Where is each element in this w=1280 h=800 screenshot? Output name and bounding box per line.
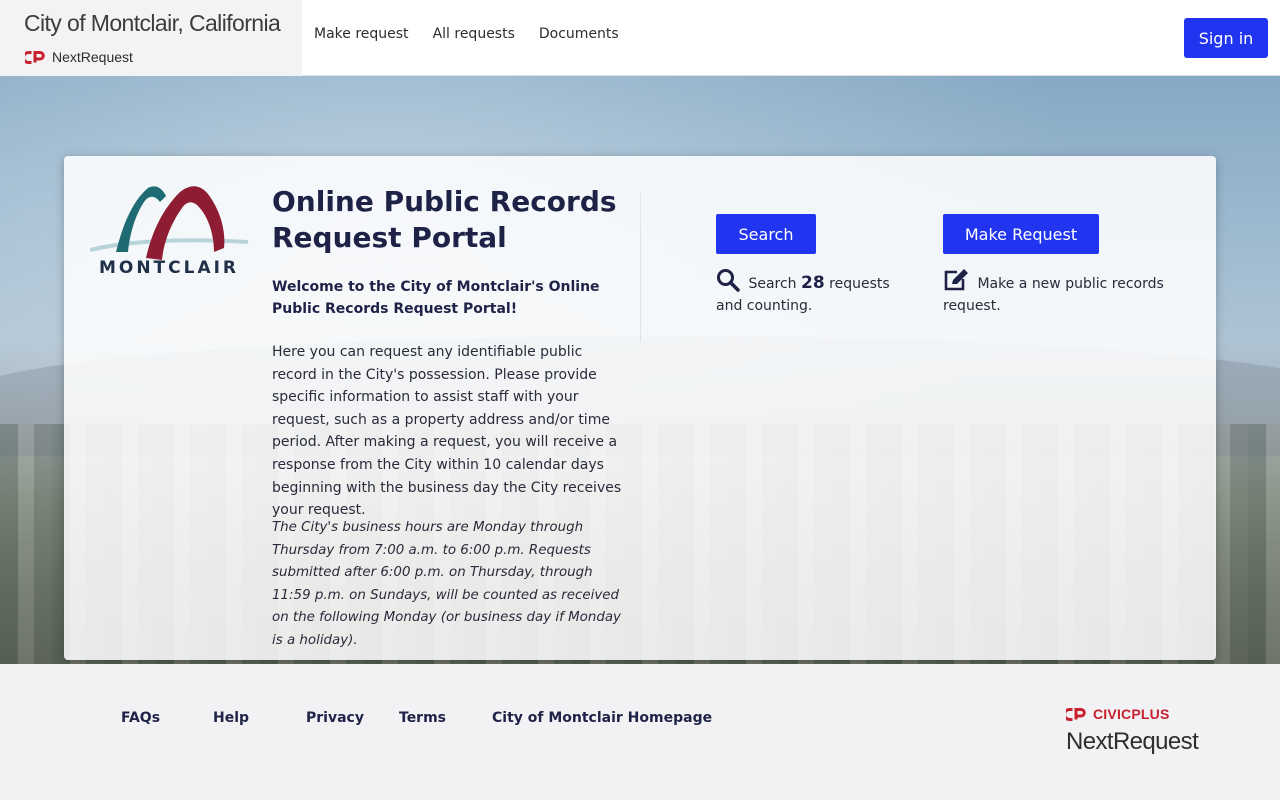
civicplus-brand[interactable]: CIVICPLUS <box>1066 706 1169 722</box>
nav-all-requests[interactable]: All requests <box>433 26 515 42</box>
make-request-description: Make a new public records request. <box>943 268 1173 317</box>
nav-make-request[interactable]: Make request <box>314 26 409 42</box>
civicplus-name: CIVICPLUS <box>1093 706 1170 722</box>
footer-link-privacy[interactable]: Privacy <box>306 710 364 726</box>
search-icon <box>717 269 740 292</box>
business-hours-paragraph: The City's business hours are Monday thr… <box>272 520 621 648</box>
civicplus-logo-icon <box>25 50 45 64</box>
site-title[interactable]: City of Montclair, California <box>24 10 281 37</box>
make-request-button[interactable]: Make Request <box>943 214 1099 254</box>
edit-icon <box>944 269 968 291</box>
main-nav: Make request All requests Documents <box>314 26 643 42</box>
intro-paragraph: Here you can request any identifiable pu… <box>272 344 622 519</box>
welcome-card: MONTCLAIR Online Public Records Request … <box>64 156 1216 660</box>
search-button[interactable]: Search <box>716 214 816 254</box>
footer-product-name: NextRequest <box>1066 728 1199 755</box>
footer-link-terms[interactable]: Terms <box>399 710 446 726</box>
make-request-text: Make a new public records request. <box>943 276 1164 314</box>
top-header: City of Montclair, California NextReques… <box>0 0 1280 76</box>
page-title: Online Public Records Request Portal <box>272 185 617 254</box>
product-name: NextRequest <box>52 49 133 65</box>
search-text-before: Search <box>748 276 797 292</box>
footer: FAQs Help Privacy Terms City of Montclai… <box>0 664 1280 800</box>
sign-in-button[interactable]: Sign in <box>1184 18 1268 58</box>
request-count: 28 <box>801 273 825 293</box>
nav-documents[interactable]: Documents <box>539 26 619 42</box>
montclair-logo-text: MONTCLAIR <box>98 258 240 278</box>
vertical-divider <box>640 192 641 342</box>
brand-block[interactable]: City of Montclair, California NextReques… <box>0 0 302 76</box>
footer-link-faqs[interactable]: FAQs <box>121 710 160 726</box>
civicplus-logo-icon <box>1066 707 1086 721</box>
footer-link-help[interactable]: Help <box>213 710 249 726</box>
welcome-text: Welcome to the City of Montclair's Onlin… <box>272 279 600 317</box>
footer-link-city-homepage[interactable]: City of Montclair Homepage <box>492 710 712 726</box>
nextrequest-brand: NextRequest <box>25 49 133 65</box>
search-description: Search 28 requests and counting. <box>716 268 906 317</box>
